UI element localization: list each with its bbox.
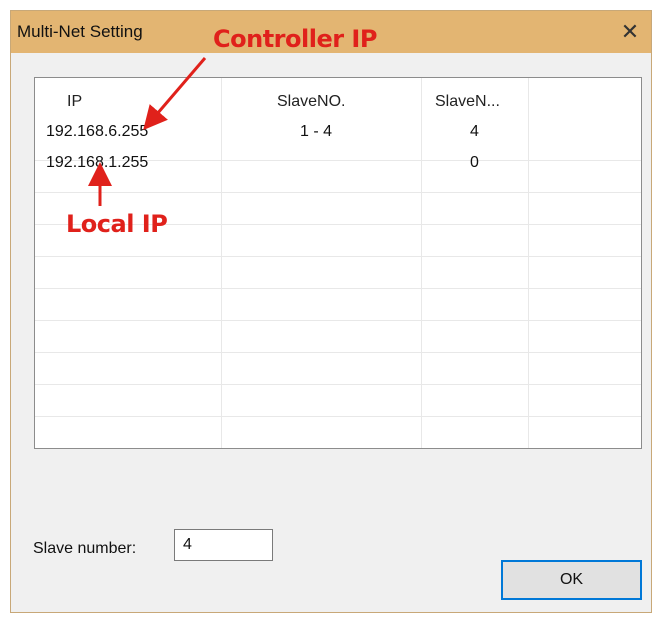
controller-ip-arrow: [143, 57, 207, 131]
annotation-arrows: [88, 57, 207, 206]
